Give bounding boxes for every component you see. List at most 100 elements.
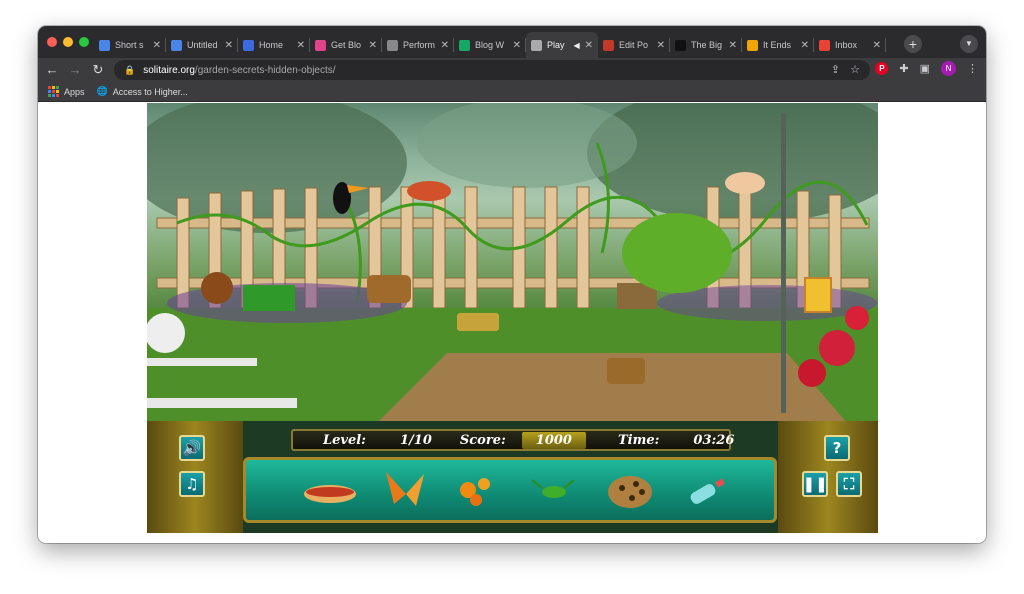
garden-scene[interactable]: [147, 103, 878, 423]
time-label: Time:: [617, 432, 660, 448]
tab-6[interactable]: Play ◀ ✕: [526, 32, 598, 58]
close-tab-icon[interactable]: ✕: [801, 40, 809, 51]
close-tab-icon[interactable]: ✕: [153, 40, 161, 51]
hud-right-panel: ? ❚❚ ⛶: [778, 421, 878, 533]
page-content: 🔊 ♫ Level: 1/10 Score: 1000 Time: 03:26: [38, 103, 986, 543]
close-tab-icon[interactable]: ✕: [585, 40, 593, 51]
bookmark-label: Access to Higher...: [112, 86, 188, 97]
fullscreen-icon: ⛶: [843, 475, 855, 493]
tab-10[interactable]: Inbox ✕: [814, 32, 886, 58]
profile-avatar[interactable]: N: [941, 61, 956, 76]
tab-title: Inbox: [835, 40, 858, 50]
close-tab-icon[interactable]: ✕: [369, 40, 377, 51]
status-bar: Level: 1/10 Score: 1000 Time: 03:26: [291, 429, 735, 451]
tab-2[interactable]: Home ✕: [238, 32, 310, 58]
docs-icon: [171, 39, 182, 51]
tab-1[interactable]: Untitled ✕: [166, 32, 238, 58]
tab-title: Get Blo: [331, 40, 362, 50]
pause-button[interactable]: ❚❚: [802, 471, 828, 497]
score-value: 1000: [521, 431, 586, 449]
audio-playing-icon[interactable]: ◀: [573, 41, 579, 50]
tab-title: Home: [259, 40, 284, 50]
browser-window: Short s ✕ Untitled ✕ Home ✕ Get Blo ✕ Perform ✕ Bl…: [38, 26, 986, 543]
tab-8[interactable]: The Big ✕: [670, 32, 742, 58]
leopard-hat-icon[interactable]: [608, 476, 652, 508]
tab-title: Untitled: [187, 40, 218, 50]
tab-title: Edit Po: [619, 40, 649, 50]
docs-icon: [99, 39, 110, 51]
hotdog-icon[interactable]: [304, 485, 356, 503]
back-button[interactable]: ←: [43, 61, 61, 79]
score-label: Score:: [459, 432, 506, 448]
tab-strip: Short s ✕ Untitled ✕ Home ✕ Get Blo ✕ Perform ✕ Bl…: [38, 26, 986, 58]
tab-3[interactable]: Get Blo ✕: [310, 32, 382, 58]
close-tab-icon[interactable]: ✕: [873, 40, 881, 51]
apps-grid-icon: [48, 86, 59, 97]
close-tab-icon[interactable]: ✕: [225, 40, 233, 51]
help-button[interactable]: ?: [824, 435, 850, 461]
url-domain: solitaire.org: [143, 64, 195, 76]
close-tab-icon[interactable]: ✕: [513, 40, 521, 51]
tab-list: Short s ✕ Untitled ✕ Home ✕ Get Blo ✕ Perform ✕ Bl…: [94, 32, 886, 58]
sound-toggle-button[interactable]: 🔊: [179, 435, 205, 461]
butterfly-icon[interactable]: [386, 472, 424, 506]
chart-icon: [387, 39, 398, 51]
address-bar[interactable]: 🔒 solitaire.org/garden-secrets-hidden-ob…: [114, 60, 870, 80]
bookmark-star-icon[interactable]: ☆: [850, 63, 860, 76]
close-tab-icon[interactable]: ✕: [729, 40, 737, 51]
window-controls: [47, 37, 89, 47]
score-group: Score: 1000: [459, 431, 586, 449]
bottle-icon[interactable]: [689, 478, 725, 505]
speaker-icon: 🔊: [182, 439, 202, 457]
tab-0[interactable]: Short s ✕: [94, 32, 166, 58]
level-value: 1/10: [399, 432, 432, 448]
bookmarks-bar: Apps 🌐 Access to Higher...: [38, 82, 986, 102]
blog-icon: [315, 39, 326, 51]
browser-menu-icon[interactable]: ⋮: [967, 62, 978, 75]
bookmark-label: Apps: [64, 86, 85, 97]
side-panel-icon[interactable]: ▣: [920, 62, 930, 75]
tab-title: Perform: [403, 40, 436, 50]
close-tab-icon[interactable]: ✕: [441, 40, 449, 51]
time-value: 03:26: [693, 432, 735, 448]
close-tab-icon[interactable]: ✕: [657, 40, 665, 51]
music-toggle-button[interactable]: ♫: [179, 471, 205, 497]
grasshopper-icon[interactable]: [531, 479, 575, 498]
new-tab-button[interactable]: +: [904, 35, 922, 53]
amazon-icon: [747, 39, 758, 51]
minimize-window-button[interactable]: [63, 37, 73, 47]
tab-4[interactable]: Perform ✕: [382, 32, 454, 58]
orange-flowers-icon[interactable]: [460, 478, 490, 506]
level-label: Level:: [323, 432, 366, 448]
tab-title: Short s: [115, 40, 144, 50]
close-tab-icon[interactable]: ✕: [297, 40, 305, 51]
reload-button[interactable]: ↻: [89, 61, 107, 79]
globe-icon: 🌐: [96, 86, 108, 96]
tab-7[interactable]: Edit Po ✕: [598, 32, 670, 58]
game-hud: 🔊 ♫ Level: 1/10 Score: 1000 Time: 03:26: [147, 421, 878, 533]
tab-5[interactable]: Blog W ✕: [454, 32, 526, 58]
share-icon[interactable]: ⇪: [831, 63, 840, 76]
tab-9[interactable]: It Ends ✕: [742, 32, 814, 58]
pause-icon: ❚❚: [802, 475, 828, 493]
tab-title: The Big: [691, 40, 723, 50]
n-icon: [675, 39, 686, 51]
maximize-window-button[interactable]: [79, 37, 89, 47]
bookmark-access-higher[interactable]: 🌐 Access to Higher...: [97, 86, 188, 97]
items-to-find-tray: [243, 457, 777, 523]
hud-left-panel: 🔊 ♫: [147, 421, 243, 533]
forward-button[interactable]: →: [66, 61, 84, 79]
tab-title: Play: [547, 40, 565, 50]
fullscreen-button[interactable]: ⛶: [836, 471, 862, 497]
gmail-icon: [819, 39, 830, 51]
close-window-button[interactable]: [47, 37, 57, 47]
bookmark-apps[interactable]: Apps: [48, 86, 85, 97]
edit-icon: [603, 39, 614, 51]
target-items: [304, 472, 725, 508]
game-canvas[interactable]: 🔊 ♫ Level: 1/10 Score: 1000 Time: 03:26: [147, 103, 878, 533]
extensions-puzzle-icon[interactable]: ✚: [899, 62, 908, 75]
tab-title: It Ends: [763, 40, 792, 50]
lock-icon: 🔒: [124, 64, 136, 75]
tab-search-button[interactable]: ▼: [960, 35, 978, 53]
pinterest-extension-icon[interactable]: P: [875, 62, 889, 75]
